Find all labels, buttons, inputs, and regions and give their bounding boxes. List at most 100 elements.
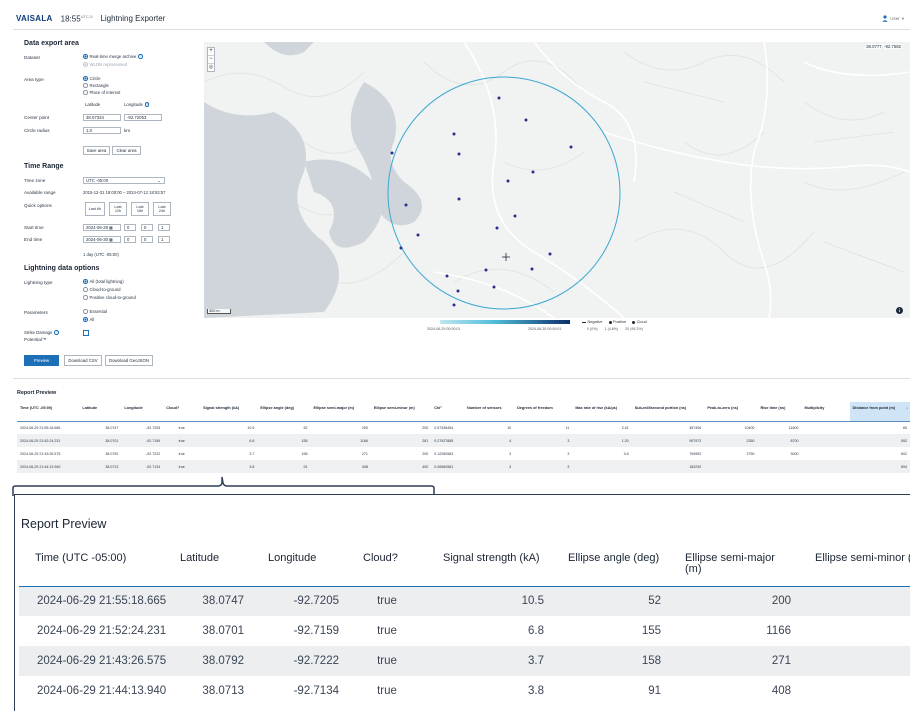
strike-point: [484, 268, 488, 272]
clear-area-button[interactable]: Clear area: [112, 146, 141, 155]
brand-logo: VAISALA: [16, 14, 53, 23]
table-cell: 281: [799, 616, 910, 646]
end-minute-input[interactable]: 0: [141, 236, 153, 243]
col-rise-time[interactable]: Rise time (ns): [757, 402, 802, 422]
table-cell: 2024-06-29 21:44:13.940: [17, 460, 80, 473]
user-menu[interactable]: User ▾: [882, 15, 904, 22]
start-second-input[interactable]: 1: [158, 224, 170, 231]
table-cell: 907972: [631, 434, 705, 447]
table-row[interactable]: 2024-06-29 21:44:13.940 38.0713 -92.7134 tr…: [19, 676, 910, 706]
col-ellipse-angle[interactable]: Ellipse angle (deg): [257, 402, 311, 422]
area-type-rectangle[interactable]: Rectangle: [83, 83, 109, 88]
download-geojson-button[interactable]: Download GeoJSON: [105, 355, 153, 366]
table-cell: [801, 434, 850, 447]
lightning-type-cg[interactable]: Cloud-to-ground: [83, 287, 121, 292]
start-minute-input[interactable]: 0: [141, 224, 153, 231]
save-area-button[interactable]: Save area: [83, 146, 110, 155]
table-cell: true: [163, 434, 201, 447]
col-semi-major[interactable]: Ellipse semi-major (m): [310, 402, 371, 422]
center-latitude-input[interactable]: 38.07334: [83, 114, 121, 121]
table-cell: 0.12260583: [434, 451, 454, 456]
zcol-latitude[interactable]: Latitude: [164, 553, 252, 587]
table-cell: 38.0701: [202, 625, 244, 637]
area-type-place[interactable]: Place of interest: [83, 90, 120, 95]
zcol-time[interactable]: Time (UTC -05:00): [19, 553, 164, 587]
col-multiplicity[interactable]: Multiplicity: [801, 402, 850, 422]
zcol-longitude[interactable]: Longitude: [252, 553, 347, 587]
strike-point: [416, 233, 420, 237]
end-hour-input[interactable]: 0: [124, 236, 136, 243]
col-peak-zero[interactable]: Peak-to-zero (ns): [704, 402, 758, 422]
zcol-semi-minor[interactable]: Ellipse semi-minor (m): [799, 553, 910, 587]
start-hour-input[interactable]: 0: [124, 224, 136, 231]
radio-selected-icon: [83, 317, 88, 322]
preview-button[interactable]: Preview: [24, 355, 59, 366]
table-cell: 2024-06-29 21:52:24.231: [37, 625, 167, 637]
table-cell: 400: [370, 460, 432, 473]
zoom-out-button[interactable]: −: [208, 56, 214, 64]
col-sub-ms[interactable]: Sub-millisecond portion (ns): [631, 402, 705, 422]
col-max-rise[interactable]: Max rate of rise (kA/µs): [572, 402, 632, 422]
table-row[interactable]: 2024-06-29 21:44:13.940 38.0713 -92.7134 tr…: [17, 460, 910, 473]
report-preview-title: Report Preview: [17, 390, 57, 396]
options-panel: Data export area Dataset Real-time merge…: [13, 32, 202, 374]
table-row[interactable]: 2024-06-29 21:43:26.575 38.0792 -92.7222 tr…: [17, 447, 910, 460]
download-csv-button[interactable]: Download CSV: [64, 355, 102, 366]
area-type-circle[interactable]: Circle: [83, 76, 100, 81]
strike-point: [530, 267, 534, 271]
table-cell: 3: [463, 460, 515, 473]
col-semi-minor[interactable]: Ellipse semi-minor (m): [370, 402, 432, 422]
zoom-in-button[interactable]: +: [208, 48, 214, 56]
duration-text: 1 day (UTC -05:00): [83, 252, 119, 257]
end-date-input[interactable]: 2024-06-30▦: [83, 236, 121, 243]
time-zone-select[interactable]: UTC -05:00 ⌄: [83, 177, 165, 184]
col-chi[interactable]: Chi²: [431, 402, 464, 422]
col-distance[interactable]: Distance from point (m) ↓: [849, 402, 910, 422]
circle-radius-input[interactable]: 1.0: [83, 127, 121, 134]
quick-last-18h-button[interactable]: Last 18h: [131, 202, 149, 216]
lightning-type-positive-cg[interactable]: Positive cloud-to-ground: [83, 295, 136, 300]
col-time[interactable]: Time (UTC -05:00): [17, 402, 80, 422]
map-view[interactable]: + − ◎ 38.0777, -92.7582 300 m i: [204, 42, 910, 318]
table-cell: 200: [422, 425, 429, 430]
parameters-all[interactable]: All: [83, 317, 94, 322]
col-longitude[interactable]: Longitude: [121, 402, 164, 422]
table-cell: 2.41: [621, 425, 629, 430]
table-cell: 709952: [689, 451, 702, 456]
table-row[interactable]: 2024-06-29 21:55:18.665 38.0747 -92.7205 tr…: [17, 421, 910, 434]
center-longitude-input[interactable]: -92.72053: [124, 114, 162, 121]
strike-damage-checkbox[interactable]: [83, 330, 89, 336]
col-latitude[interactable]: Latitude: [79, 402, 122, 422]
col-signal[interactable]: Signal strength (kA): [200, 402, 258, 422]
quick-last-24h-button[interactable]: Last 24h: [153, 202, 171, 216]
table-cell: 2024-06-29 21:43:26.575: [20, 451, 61, 456]
parameters-essential[interactable]: Essential: [83, 309, 107, 314]
table-row[interactable]: 2024-06-29 21:43:26.575 38.0792 -92.7222 tr…: [19, 646, 910, 676]
table-row[interactable]: 2024-06-29 21:52:24.231 38.0701 -92.7159 tr…: [17, 434, 910, 447]
cloud-icon: [632, 320, 636, 324]
strike-damage-label: Strike Damage?: [24, 330, 59, 335]
table-row[interactable]: 2024-06-29 21:52:24.231 38.0701 -92.7159 tr…: [19, 616, 910, 646]
col-dof[interactable]: Degrees of freedom: [514, 402, 573, 422]
col-sensors[interactable]: Number of sensors: [463, 402, 515, 422]
quick-last-6h-button[interactable]: Last 6h: [85, 202, 105, 216]
zcol-signal[interactable]: Signal strength (kA): [427, 553, 552, 587]
zcol-ellipse-angle[interactable]: Ellipse angle (deg): [552, 553, 669, 587]
zcol-cloud[interactable]: Cloud?: [347, 553, 427, 587]
lightning-options-heading: Lightning data options: [24, 265, 100, 272]
table-row[interactable]: 2024-06-29 21:55:18.665 38.0747 -92.7205 tr…: [19, 586, 910, 616]
lightning-type-all[interactable]: All (total lightning): [83, 279, 124, 284]
table-cell: true: [163, 460, 201, 473]
info-icon[interactable]: i: [896, 307, 903, 314]
start-date-input[interactable]: 2024-06-29▦: [83, 224, 121, 231]
table-cell: 3: [567, 451, 570, 456]
locate-icon[interactable]: ◎: [208, 64, 214, 71]
zcol-semi-major[interactable]: Ellipse semi-major (m): [669, 553, 799, 587]
quick-last-12h-button[interactable]: Last 12h: [109, 202, 127, 216]
strike-point: [457, 152, 461, 156]
dataset-option-realtime[interactable]: Real-time merge archive?: [83, 54, 143, 59]
col-cloud[interactable]: Cloud?: [163, 402, 201, 422]
table-cell: 6.8: [200, 434, 258, 447]
end-second-input[interactable]: 1: [158, 236, 170, 243]
center-crosshair: [502, 253, 510, 261]
